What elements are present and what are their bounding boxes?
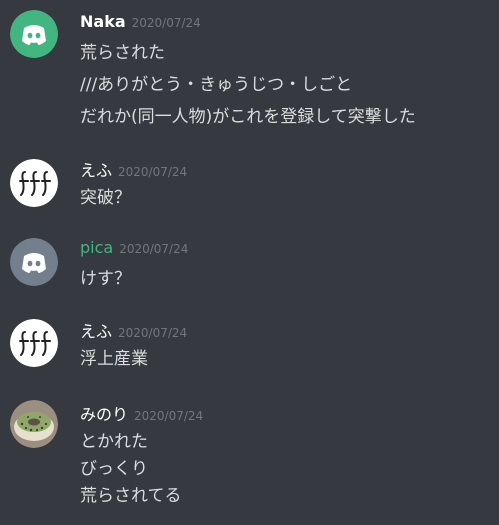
discord-logo-green-icon[interactable]: [10, 10, 58, 58]
message-header: Naka 2020/07/24: [80, 12, 201, 31]
message-header: えふ 2020/07/24: [80, 157, 187, 181]
fff-logo-icon[interactable]: [10, 159, 58, 207]
username[interactable]: Naka: [80, 12, 126, 31]
timestamp: 2020/07/24: [118, 326, 188, 340]
username[interactable]: みのり: [80, 405, 128, 424]
message-text: とかれた: [80, 432, 148, 452]
message-text: ///ありがとう・きゅうじつ・しごと: [80, 75, 353, 95]
message-header: えふ 2020/07/24: [80, 318, 187, 342]
message-text: びっくり: [80, 459, 148, 479]
username[interactable]: pica: [80, 238, 113, 257]
donut-photo-icon[interactable]: [10, 400, 58, 448]
timestamp: 2020/07/24: [131, 16, 201, 30]
timestamp: 2020/07/24: [119, 242, 189, 256]
username[interactable]: えふ: [80, 161, 112, 180]
timestamp: 2020/07/24: [118, 165, 188, 179]
discord-logo-gray-icon[interactable]: [10, 238, 58, 286]
message-text: 荒らされた: [80, 43, 165, 63]
message-text: だれか(同一人物)がこれを登録して突撃した: [80, 107, 416, 127]
username[interactable]: えふ: [80, 322, 112, 341]
timestamp: 2020/07/24: [134, 409, 204, 423]
message-text: 荒らされてる: [80, 486, 182, 506]
message-header: みのり 2020/07/24: [80, 401, 203, 425]
message-text: 突破？: [80, 188, 131, 208]
fff-logo-icon[interactable]: [10, 319, 58, 367]
message-text: 浮上産業: [80, 349, 148, 369]
message-header: pica 2020/07/24: [80, 238, 188, 257]
message-text: けす？: [80, 269, 131, 289]
